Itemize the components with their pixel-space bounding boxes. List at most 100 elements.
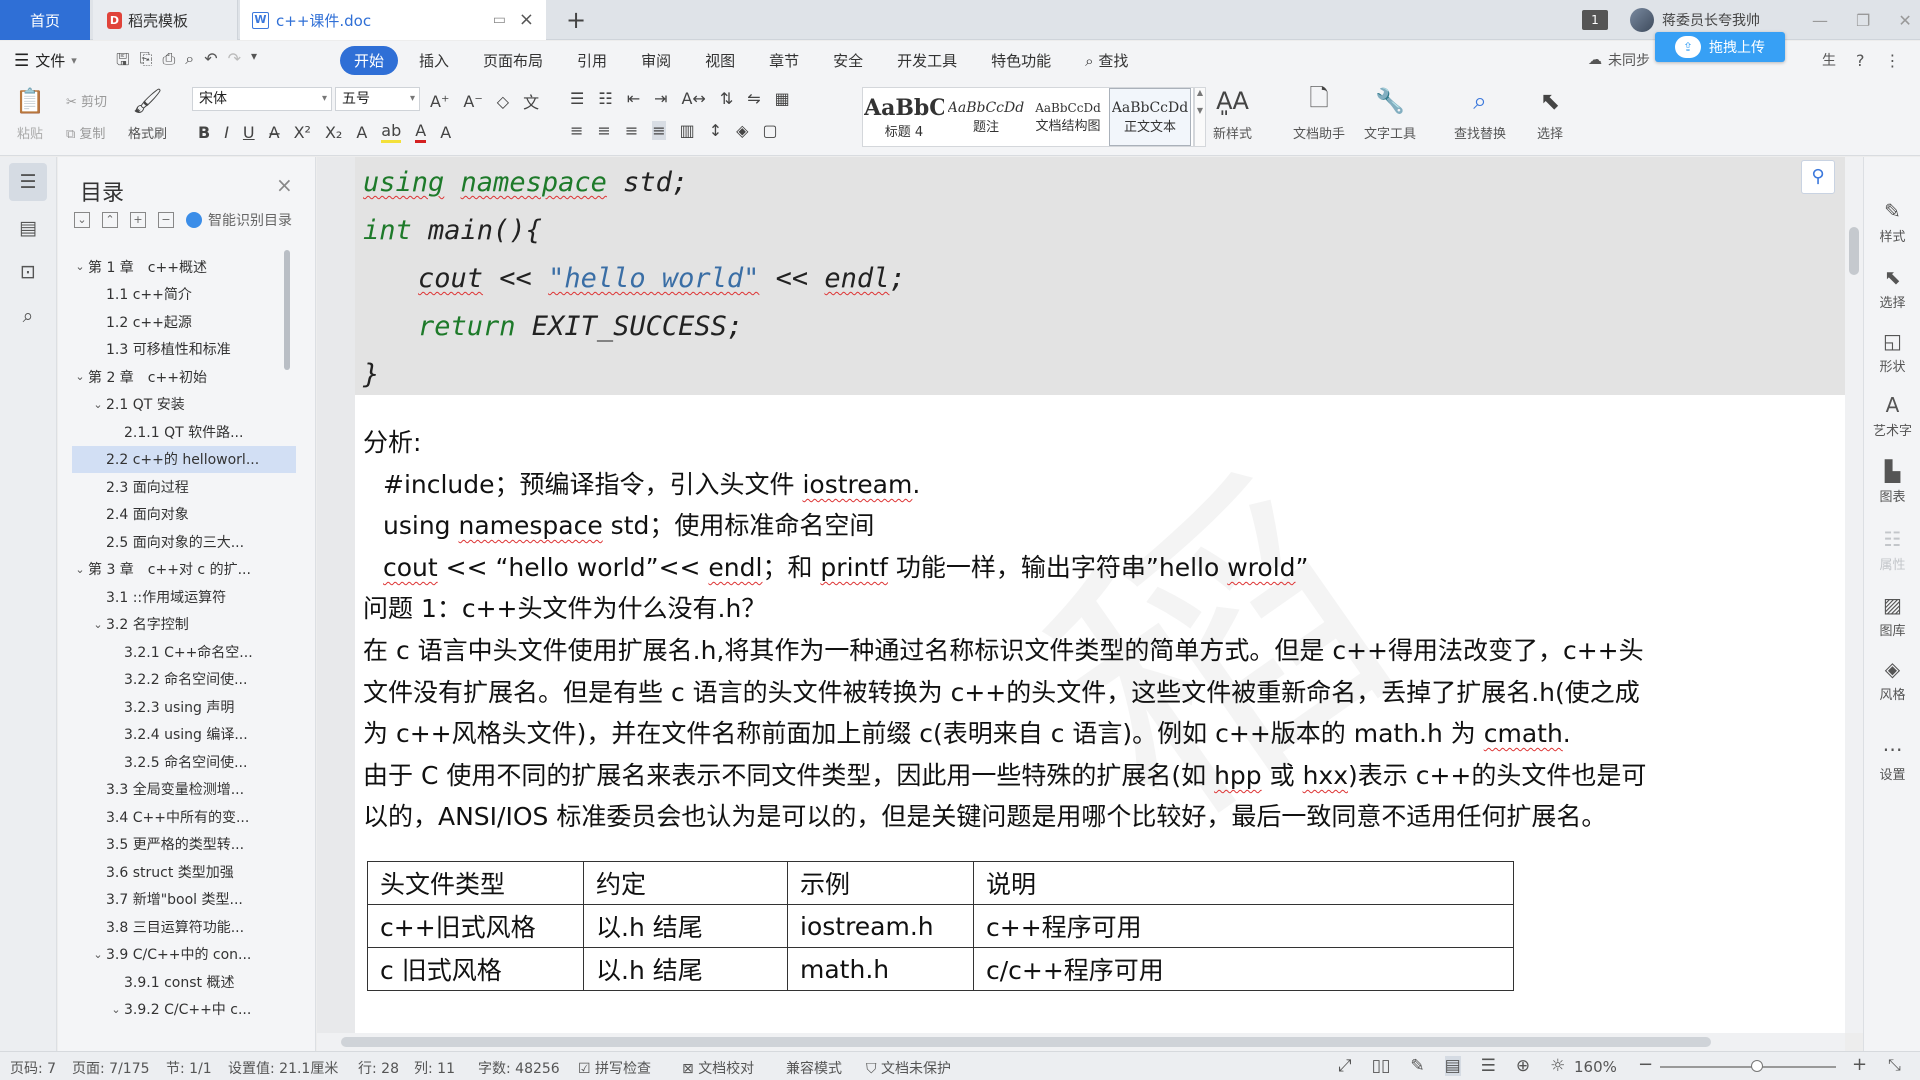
clear-format-icon[interactable]: ◇ bbox=[497, 92, 509, 111]
web-view-icon[interactable]: ⊕ bbox=[1516, 1056, 1530, 1076]
sidebar-select[interactable]: ⬉ 选择 bbox=[1864, 265, 1920, 311]
align-right-icon[interactable]: ≡ bbox=[625, 121, 638, 140]
toc-item[interactable]: 2.1.1 QT 软件路... bbox=[72, 418, 296, 446]
menu-tab-chapter[interactable]: 章节 bbox=[752, 50, 816, 71]
toc-item[interactable]: ⌄ 3.9.2 C/C++中 c... bbox=[72, 996, 296, 1024]
sidebar-chart[interactable]: ▙ 图表 bbox=[1864, 459, 1920, 505]
toc-item[interactable]: ⌄ 第 2 章 c++初始 bbox=[72, 363, 296, 391]
zoom-slider[interactable] bbox=[1660, 1060, 1836, 1072]
superscript-icon[interactable]: X² bbox=[294, 123, 311, 142]
toc-item[interactable]: 3.1 ::作用域运算符 bbox=[72, 583, 296, 611]
shading-icon[interactable]: ◈ bbox=[736, 121, 748, 140]
file-menu[interactable]: ☰ 文件 ▾ bbox=[14, 50, 77, 71]
help-icon[interactable]: ? bbox=[1856, 51, 1865, 70]
menu-tab-home[interactable]: 开始 bbox=[340, 45, 399, 75]
highlight-icon[interactable]: ab bbox=[381, 121, 402, 143]
bookmark-icon[interactable]: ⊡ bbox=[9, 253, 47, 291]
tab-document[interactable]: W c++课件.doc ▭ × bbox=[240, 0, 546, 40]
toc-item[interactable]: 2.3 面向过程 bbox=[72, 473, 296, 501]
smart-toc-button[interactable]: 智能识别目录 bbox=[208, 210, 292, 230]
pinyin-icon[interactable]: 文 bbox=[523, 89, 539, 113]
sync-status[interactable]: ☁ 未同步 bbox=[1588, 41, 1650, 79]
undo-icon[interactable]: ↶ bbox=[204, 49, 217, 76]
toc-item[interactable]: 3.4 C++中所有的变... bbox=[72, 803, 296, 831]
drag-upload-button[interactable]: ⇪ 拖拽上传 bbox=[1655, 32, 1785, 62]
toc-item[interactable]: 2.2 c++的 helloworl... bbox=[72, 445, 296, 473]
spell-check-button[interactable]: ☑ 拼写检查 bbox=[578, 1058, 651, 1078]
share-label[interactable]: 生 bbox=[1822, 50, 1836, 70]
status-word-count[interactable]: 字数: 48256 bbox=[478, 1058, 560, 1078]
tab-daoke-template[interactable]: D 稻壳模板 bbox=[93, 0, 238, 40]
toc-close-icon[interactable]: × bbox=[276, 173, 293, 197]
style-heading4[interactable]: AaBbCc 标题 4 bbox=[863, 88, 945, 146]
remove-heading-icon[interactable]: − bbox=[158, 212, 174, 228]
toc-item[interactable]: 1.2 c++起源 bbox=[72, 308, 296, 336]
menu-tab-insert[interactable]: 插入 bbox=[402, 50, 466, 71]
toc-item[interactable]: 3.2.5 命名空间使... bbox=[72, 748, 296, 776]
chevron-down-icon[interactable]: ⌄ bbox=[72, 563, 88, 576]
char-shading-icon[interactable]: A bbox=[440, 123, 451, 142]
menu-tab-features[interactable]: 特色功能 bbox=[974, 50, 1068, 71]
toc-item[interactable]: 3.2.1 C++命名空... bbox=[72, 638, 296, 666]
chevron-down-icon[interactable]: ⌄ bbox=[90, 618, 106, 631]
chevron-down-icon[interactable]: ⌄ bbox=[90, 948, 106, 961]
toc-item[interactable]: 3.7 新增"bool 类型... bbox=[72, 886, 296, 914]
menu-tab-references[interactable]: 引用 bbox=[560, 50, 624, 71]
menu-tab-security[interactable]: 安全 bbox=[816, 50, 880, 71]
text-tools-button[interactable]: 🔧 文字工具 bbox=[1364, 85, 1416, 142]
numbering-icon[interactable]: ☷ bbox=[598, 89, 612, 108]
page-view-icon[interactable]: ▤ bbox=[1444, 1056, 1461, 1076]
add-heading-icon[interactable]: + bbox=[130, 212, 146, 228]
status-page-number[interactable]: 页码: 7 bbox=[10, 1058, 56, 1078]
reading-mode-icon[interactable]: ▯▯ bbox=[1372, 1056, 1391, 1076]
doc-protect-button[interactable]: ⛉ 文档未保护 bbox=[866, 1058, 951, 1078]
menu-tab-developer[interactable]: 开发工具 bbox=[880, 50, 974, 71]
tab-close-icon[interactable]: × bbox=[519, 9, 534, 30]
distribute-icon[interactable]: ▥ bbox=[680, 121, 695, 140]
menu-search[interactable]: ⌕ 查找 bbox=[1068, 50, 1145, 71]
doc-helper-button[interactable]: 🗋 文档助手 bbox=[1293, 84, 1345, 143]
menu-tab-view[interactable]: 视图 bbox=[688, 50, 752, 71]
scroll-thumb[interactable] bbox=[1849, 227, 1859, 275]
menu-tab-layout[interactable]: 页面布局 bbox=[466, 50, 560, 71]
sidebar-wordart[interactable]: A 艺术字 bbox=[1864, 393, 1920, 439]
expand-up-icon[interactable]: ⌃ bbox=[102, 212, 118, 228]
format-painter-button[interactable]: 🖌 格式刷 bbox=[128, 85, 167, 142]
toc-scrollbar[interactable] bbox=[284, 250, 290, 370]
zoom-level[interactable]: 160% bbox=[1574, 1058, 1617, 1076]
status-setting[interactable]: 设置值: 21.1厘米 bbox=[228, 1058, 338, 1078]
toc-panel-icon[interactable]: ☰ bbox=[9, 163, 47, 201]
line-spacing-toggle-icon[interactable]: ⇋ bbox=[747, 89, 760, 108]
sidebar-style[interactable]: ✎ 样式 bbox=[1864, 199, 1920, 245]
menu-tab-review[interactable]: 审阅 bbox=[624, 50, 688, 71]
toc-item[interactable]: 3.3 全局变量检测增... bbox=[72, 776, 296, 804]
underline-icon[interactable]: U bbox=[243, 123, 255, 142]
style-caption[interactable]: AaBbCcDd 题注 bbox=[945, 88, 1027, 146]
document-page[interactable]: using namespace std; int main(){ cout <<… bbox=[355, 157, 1845, 1033]
toc-item[interactable]: ⌄ 第 3 章 c++对 c 的扩... bbox=[72, 556, 296, 584]
toc-item[interactable]: ⌄ 3.2 名字控制 bbox=[72, 611, 296, 639]
tab-home[interactable]: 首页 bbox=[0, 0, 90, 40]
bullets-icon[interactable]: ☰ bbox=[570, 89, 584, 108]
print-preview-icon[interactable]: ⌕ bbox=[185, 49, 194, 76]
font-name-select[interactable]: 宋体 ▾ bbox=[192, 87, 332, 111]
save-icon[interactable]: 🖫 bbox=[116, 49, 130, 76]
cut-button[interactable]: ✂ 剪切 bbox=[66, 91, 107, 110]
toc-item[interactable]: 3.6 struct 类型加强 bbox=[72, 858, 296, 886]
table-border-icon[interactable]: ▦ bbox=[775, 89, 790, 108]
toc-item[interactable]: ⌄ 第 1 章 c++概述 bbox=[72, 253, 296, 281]
customize-icon[interactable]: ▾ bbox=[251, 49, 257, 76]
chevron-down-icon[interactable]: ⌄ bbox=[108, 1003, 124, 1016]
maximize-icon[interactable]: ❐ bbox=[1856, 11, 1870, 30]
tab-float-icon[interactable]: ▭ bbox=[493, 12, 506, 28]
justify-icon[interactable]: ≡ bbox=[652, 121, 666, 140]
font-color-icon[interactable]: A bbox=[415, 121, 427, 143]
status-col[interactable]: 列: 11 bbox=[414, 1058, 455, 1078]
fullscreen-icon[interactable]: ⤢ bbox=[1338, 1056, 1352, 1076]
close-window-icon[interactable]: ✕ bbox=[1898, 11, 1911, 30]
outline-view-icon[interactable]: ☰ bbox=[1481, 1056, 1496, 1076]
sort-icon[interactable]: ⇅ bbox=[720, 89, 733, 108]
paste-button[interactable]: 📋 粘贴 bbox=[14, 85, 46, 142]
strikethrough-icon[interactable]: A̶ bbox=[269, 123, 280, 142]
minimize-icon[interactable]: — bbox=[1812, 11, 1828, 30]
